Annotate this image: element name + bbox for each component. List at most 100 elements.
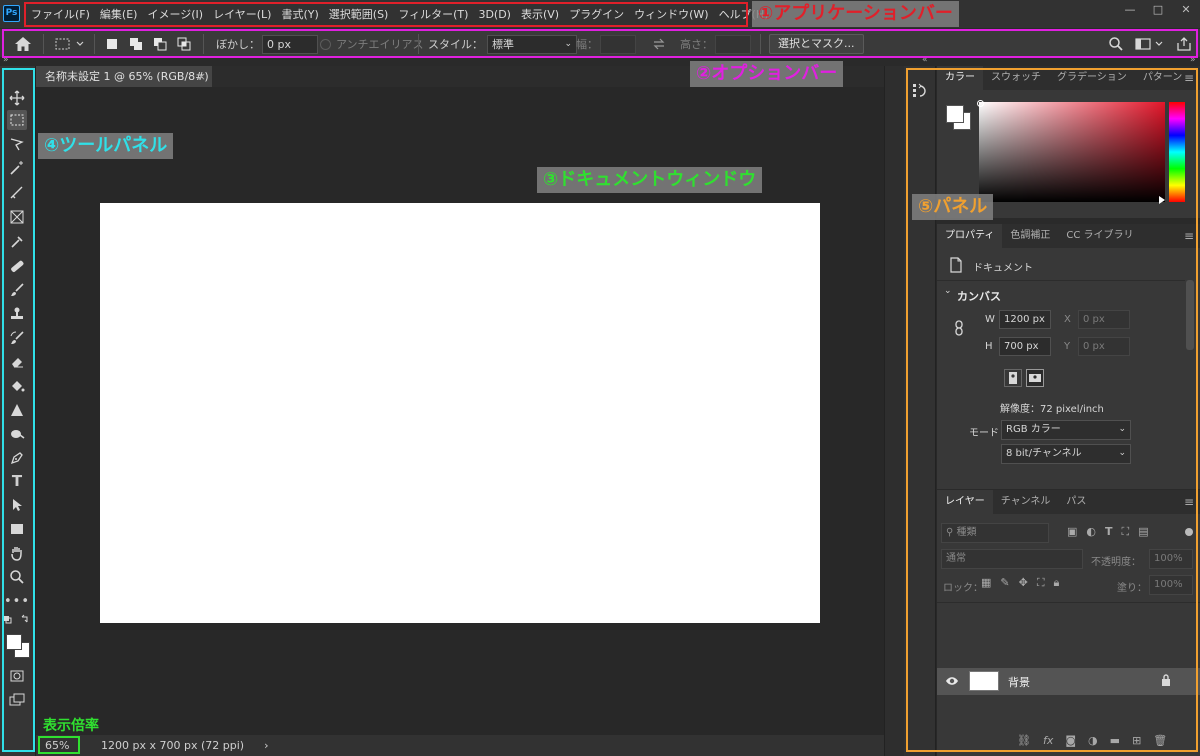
panel-menu-icon[interactable]: ≡ [1184, 495, 1194, 509]
new-layer-icon[interactable]: ⊞ [1132, 734, 1141, 747]
menu-window[interactable]: ウィンドウ(W) [634, 6, 708, 22]
smart-object-filter-icon[interactable]: ▤ [1138, 525, 1148, 539]
add-mask-icon[interactable]: ◙ [1065, 734, 1076, 747]
healing-brush-tool-icon[interactable] [7, 256, 27, 276]
quick-mask-icon[interactable] [7, 666, 27, 686]
tab-paths[interactable]: パス [1058, 490, 1094, 514]
move-tool-icon[interactable] [7, 88, 27, 108]
new-selection-icon[interactable] [104, 36, 120, 52]
frame-tool-icon[interactable] [7, 207, 27, 227]
tab-properties[interactable]: プロパティ [937, 224, 1003, 248]
landscape-orientation-icon[interactable] [1026, 369, 1044, 387]
panel-menu-icon[interactable]: ≡ [1184, 229, 1194, 243]
canvas[interactable] [100, 203, 820, 623]
search-icon[interactable] [1108, 29, 1124, 59]
color-swatches[interactable] [4, 632, 34, 662]
lasso-tool-icon[interactable] [7, 134, 27, 154]
lock-artboard-icon[interactable]: ⛶ [1037, 576, 1045, 590]
menu-select[interactable]: 選択範囲(S) [329, 6, 389, 22]
add-selection-icon[interactable] [128, 36, 144, 52]
color-picker-handle-icon[interactable] [977, 100, 984, 107]
menu-3d[interactable]: 3D(D) [478, 8, 511, 21]
hand-tool-icon[interactable] [7, 543, 27, 563]
layer-name[interactable]: 背景 [1008, 674, 1030, 690]
rect-marquee-preset-icon[interactable] [54, 29, 86, 59]
crop-tool-icon[interactable] [7, 183, 27, 203]
adjustment-filter-icon[interactable]: ◐ [1086, 525, 1096, 539]
document-tab[interactable]: 名称未設定 1 @ 65% (RGB/8#) × [36, 66, 212, 87]
tab-color[interactable]: カラー [937, 66, 983, 90]
layer-filter-dropdown[interactable]: ⚲ 種類 [941, 523, 1049, 543]
blur-tool-icon[interactable] [7, 400, 27, 420]
color-field[interactable] [979, 102, 1165, 202]
eyedropper-tool-icon[interactable] [7, 232, 27, 252]
menu-filter[interactable]: フィルター(T) [398, 6, 468, 22]
path-selection-tool-icon[interactable] [7, 495, 27, 515]
clone-stamp-tool-icon[interactable] [7, 304, 27, 324]
expand-toolbar-icon[interactable]: » [3, 55, 9, 65]
type-tool-icon[interactable]: T [7, 471, 27, 491]
swap-icon[interactable] [652, 29, 666, 59]
width-input[interactable] [600, 34, 636, 54]
lock-transparency-icon[interactable]: ▦ [981, 576, 991, 590]
style-dropdown[interactable]: 標準 ⌄ [487, 34, 577, 54]
menu-type[interactable]: 書式(Y) [281, 6, 318, 22]
menu-view[interactable]: 表示(V) [521, 6, 559, 22]
rectangle-tool-icon[interactable] [7, 519, 27, 539]
shape-filter-icon[interactable]: ⛶ [1122, 525, 1130, 539]
lock-pixels-icon[interactable]: ✎ [1000, 576, 1009, 590]
rectangular-marquee-tool-icon[interactable] [7, 110, 27, 130]
layer-row[interactable]: 背景 [937, 668, 1200, 695]
tab-patterns[interactable]: パターン [1135, 66, 1191, 90]
history-brush-tool-icon[interactable] [7, 328, 27, 348]
eraser-tool-icon[interactable] [7, 352, 27, 372]
fill-field[interactable]: 100% [1149, 575, 1193, 595]
visibility-eye-icon[interactable] [945, 674, 959, 691]
home-icon[interactable] [14, 29, 32, 59]
paint-bucket-tool-icon[interactable] [7, 376, 27, 396]
foreground-color-swatch[interactable] [6, 634, 22, 650]
status-info-arrow[interactable]: › [264, 739, 268, 752]
zoom-tool-icon[interactable] [7, 567, 27, 587]
close-window-button[interactable]: ✕ [1172, 0, 1200, 22]
subtract-selection-icon[interactable] [152, 36, 168, 52]
menu-file[interactable]: ファイル(F) [31, 6, 90, 22]
tab-cc-libraries[interactable]: CC ライブラリ [1058, 224, 1141, 248]
close-tab-icon[interactable]: × [197, 66, 206, 87]
color-mode-dropdown[interactable]: RGB カラー ⌄ [1001, 420, 1131, 440]
feather-input[interactable]: 0 px [262, 34, 318, 54]
opacity-field[interactable]: 100% [1149, 549, 1193, 569]
width-field[interactable]: 1200 px [999, 310, 1051, 329]
antialias-checkbox[interactable] [320, 38, 331, 50]
vertical-scrollbar[interactable] [884, 66, 904, 756]
panel-menu-icon[interactable]: ≡ [1184, 71, 1194, 85]
panel-fg-swatch[interactable] [946, 105, 964, 123]
intersect-selection-icon[interactable] [176, 36, 192, 52]
tab-adjustments[interactable]: 色調補正 [1002, 224, 1058, 248]
tab-swatches[interactable]: スウォッチ [983, 66, 1049, 90]
hue-slider[interactable] [1169, 102, 1185, 202]
link-layers-icon[interactable]: ⛓ [1017, 734, 1031, 747]
height-input[interactable] [715, 34, 751, 54]
link-dimensions-icon[interactable] [953, 320, 965, 339]
tab-gradients[interactable]: グラデーション [1049, 66, 1135, 90]
tab-layers[interactable]: レイヤー [937, 490, 993, 514]
menu-image[interactable]: イメージ(I) [147, 6, 203, 22]
more-tools-icon[interactable]: ••• [4, 591, 29, 611]
hue-slider-handle-icon[interactable] [1159, 196, 1165, 204]
properties-scrollbar[interactable] [1186, 280, 1194, 350]
history-panel-icon[interactable] [912, 82, 930, 103]
minimize-button[interactable]: — [1116, 0, 1144, 22]
y-field[interactable]: 0 px [1078, 337, 1130, 356]
tab-channels[interactable]: チャンネル [993, 490, 1059, 514]
dodge-tool-icon[interactable] [7, 424, 27, 444]
menu-edit[interactable]: 編集(E) [100, 6, 138, 22]
brush-tool-icon[interactable] [7, 280, 27, 300]
fx-icon[interactable]: fx [1043, 734, 1053, 747]
collapse-panels-icon[interactable]: » [1190, 55, 1196, 65]
filter-toggle-icon[interactable] [1185, 528, 1193, 536]
default-swap-colors-icon[interactable] [2, 614, 32, 626]
bit-depth-dropdown[interactable]: 8 bit/チャンネル ⌄ [1001, 444, 1131, 464]
x-field[interactable]: 0 px [1078, 310, 1130, 329]
screen-mode-icon[interactable] [7, 690, 27, 710]
